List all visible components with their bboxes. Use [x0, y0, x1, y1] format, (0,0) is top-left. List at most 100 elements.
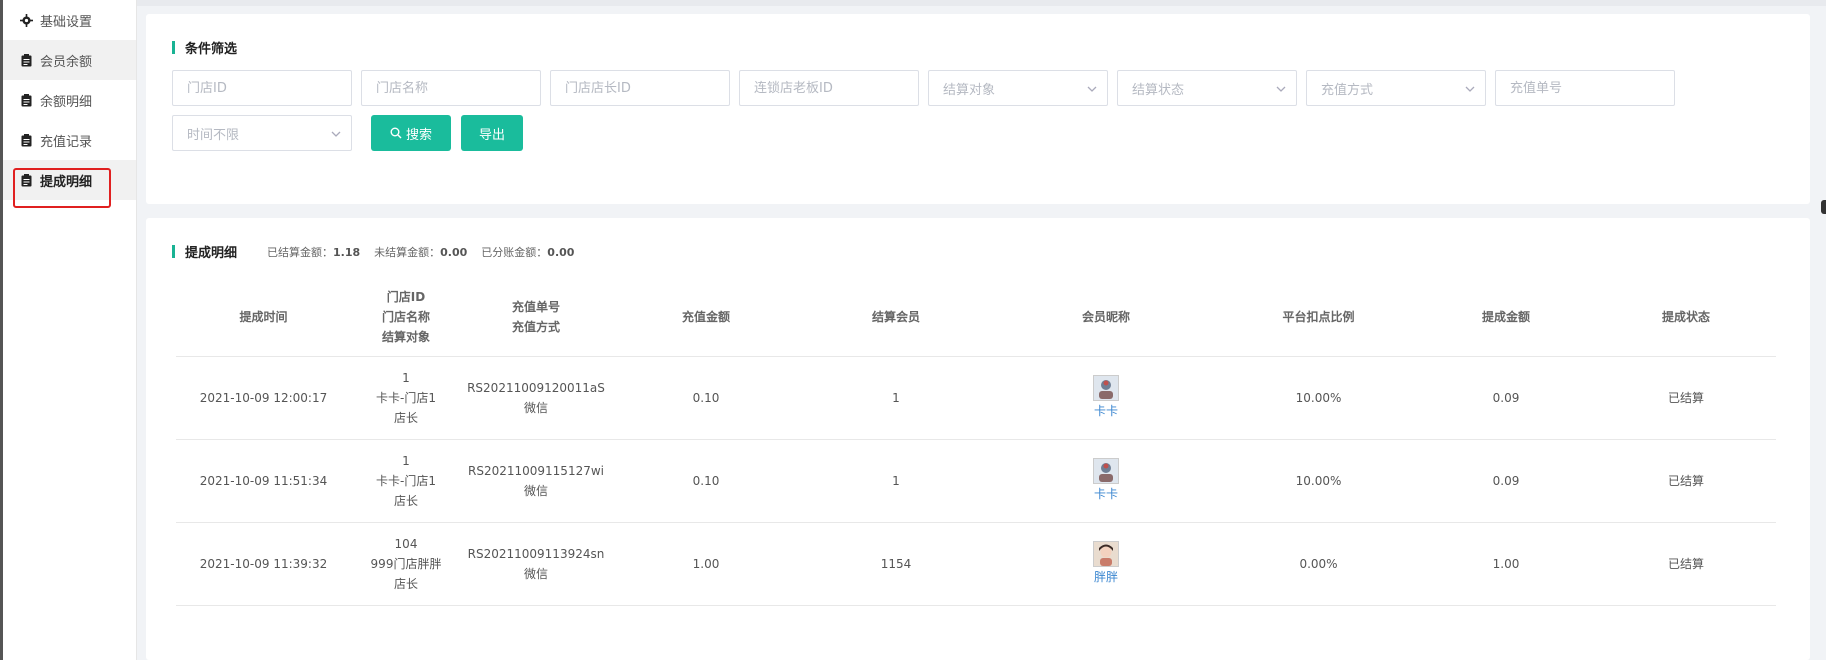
cell-amount: 0.10 [611, 356, 801, 440]
commission-table: 提成时间 门店ID 门店名称 结算对象 充值单号 充值方式 充值金额 结算会员 … [176, 278, 1776, 606]
title-accent-bar [172, 41, 175, 54]
sidebar-item-recharge-records[interactable]: 充值记录 [3, 120, 136, 160]
cell-commission: 1.00 [1416, 522, 1596, 606]
store-id-input[interactable] [187, 71, 351, 105]
cell-settle-member: 1 [801, 356, 991, 440]
cell-status: 已结算 [1596, 356, 1776, 440]
clipboard-icon [19, 173, 33, 187]
col-header-store-name: 门店名称 [381, 309, 430, 324]
cell-recharge-no: RS20211009120011aS [467, 380, 605, 395]
sidebar-item-basic-settings[interactable]: 基础设置 [3, 0, 136, 40]
sidebar-item-label: 充值记录 [40, 134, 93, 150]
cell-recharge-method: 微信 [523, 566, 548, 581]
time-range-placeholder: 时间不限 [187, 127, 240, 143]
cell-time: 2021-10-09 11:51:34 [176, 439, 351, 523]
settle-status-placeholder: 结算状态 [1132, 82, 1185, 98]
search-button[interactable]: 搜索 [371, 115, 451, 151]
cell-store: 1 卡卡-门店1 店长 [351, 356, 461, 440]
sidebar-item-member-balance[interactable]: 会员余额 [3, 40, 136, 80]
cell-store: 1 卡卡-门店1 店长 [351, 439, 461, 523]
split-amount: 已分账金额：0.00 [481, 244, 574, 260]
store-manager-id-input[interactable] [565, 71, 729, 105]
scrollbar-handle[interactable] [1821, 200, 1826, 214]
cell-store-id: 104 [394, 536, 418, 551]
store-manager-id-field[interactable] [550, 70, 730, 106]
filter-title: 条件筛选 [172, 38, 237, 57]
list-title-text: 提成明细 [185, 246, 238, 261]
sidebar: 基础设置 会员余额 余额明细 充值记录 提成明细 [3, 0, 137, 660]
col-header-commission: 提成金额 [1416, 278, 1596, 357]
cell-status: 已结算 [1596, 522, 1776, 606]
settle-target-placeholder: 结算对象 [943, 82, 996, 98]
cell-settle-member: 1154 [801, 522, 991, 606]
sidebar-item-commission-detail[interactable]: 提成明细 [3, 160, 136, 200]
table-row: 2021-10-09 11:51:34 1 卡卡-门店1 店长 RS202110… [176, 439, 1776, 523]
cell-ratio: 0.00% [1221, 522, 1416, 606]
settle-target-select[interactable]: 结算对象 [928, 70, 1108, 106]
avatar[interactable] [1093, 374, 1119, 401]
export-button[interactable]: 导出 [461, 115, 523, 151]
col-header-settle-target: 结算对象 [381, 329, 430, 344]
gear-icon [19, 13, 33, 27]
cell-recharge-method: 微信 [523, 400, 548, 415]
avatar[interactable] [1093, 457, 1119, 484]
recharge-no-field[interactable] [1495, 70, 1675, 106]
cell-recharge-method: 微信 [523, 483, 548, 498]
col-header-settle-member: 结算会员 [801, 278, 991, 357]
chain-owner-id-field[interactable] [739, 70, 919, 106]
recharge-method-select[interactable]: 充值方式 [1306, 70, 1486, 106]
col-header-amount: 充值金额 [611, 278, 801, 357]
split-amount-value: 0.00 [547, 245, 575, 259]
time-range-select[interactable]: 时间不限 [172, 115, 352, 151]
recharge-no-input[interactable] [1510, 71, 1674, 105]
chain-owner-id-input[interactable] [754, 71, 918, 105]
split-amount-label: 已分账金额： [481, 245, 548, 259]
clipboard-icon [19, 133, 33, 147]
store-id-field[interactable] [172, 70, 352, 106]
cell-commission: 0.09 [1416, 356, 1596, 440]
cell-recharge-no: RS20211009113924sn [467, 546, 605, 561]
cell-member: 卡卡 [991, 356, 1221, 440]
commission-list-panel: 提成明细 已结算金额：1.18 未结算金额：0.00 已分账金额：0.00 提成… [146, 218, 1810, 660]
cell-store-name: 卡卡-门店1 [376, 473, 436, 488]
store-name-input[interactable] [376, 71, 540, 105]
sidebar-item-balance-detail[interactable]: 余额明细 [3, 80, 136, 120]
cell-settle-member: 1 [801, 439, 991, 523]
top-strip [137, 0, 1826, 6]
col-header-store-id: 门店ID [386, 289, 426, 304]
table-row: 2021-10-09 11:39:32 104 999门店胖胖 店长 RS202… [176, 522, 1776, 606]
member-nickname-link[interactable]: 胖胖 [991, 567, 1221, 587]
sidebar-item-label: 余额明细 [40, 94, 93, 110]
chevron-down-icon [1087, 83, 1097, 93]
cell-store-id: 1 [402, 370, 410, 385]
unsettled-amount-value: 0.00 [440, 245, 468, 259]
cell-recharge: RS20211009115127wi 微信 [461, 439, 611, 523]
store-name-field[interactable] [361, 70, 541, 106]
col-header-store: 门店ID 门店名称 结算对象 [351, 278, 461, 357]
search-button-label: 搜索 [405, 127, 432, 143]
cell-member: 卡卡 [991, 439, 1221, 523]
cell-recharge: RS20211009113924sn 微信 [461, 522, 611, 606]
unsettled-amount-label: 未结算金额： [374, 245, 441, 259]
cell-recharge: RS20211009120011aS 微信 [461, 356, 611, 440]
cell-member: 胖胖 [991, 522, 1221, 606]
filter-title-text: 条件筛选 [185, 42, 238, 57]
cell-time: 2021-10-09 12:00:17 [176, 356, 351, 440]
unsettled-amount: 未结算金额：0.00 [374, 244, 467, 260]
avatar[interactable] [1093, 540, 1119, 567]
chevron-down-icon [331, 128, 341, 138]
chevron-down-icon [1276, 83, 1286, 93]
settle-status-select[interactable]: 结算状态 [1117, 70, 1297, 106]
title-accent-bar [172, 245, 175, 258]
cell-amount: 0.10 [611, 439, 801, 523]
cell-amount: 1.00 [611, 522, 801, 606]
member-nickname-link[interactable]: 卡卡 [991, 484, 1221, 504]
sidebar-item-label: 提成明细 [40, 174, 93, 190]
member-nickname-link[interactable]: 卡卡 [991, 401, 1221, 421]
cell-recharge-no: RS20211009115127wi [468, 463, 604, 478]
clipboard-icon [19, 53, 33, 67]
cell-status: 已结算 [1596, 439, 1776, 523]
col-header-recharge-no: 充值单号 [511, 299, 560, 314]
filter-panel: 条件筛选 结算对象 结算状态 充值方式 时间不限 搜索 导出 [146, 14, 1810, 204]
cell-commission: 0.09 [1416, 439, 1596, 523]
